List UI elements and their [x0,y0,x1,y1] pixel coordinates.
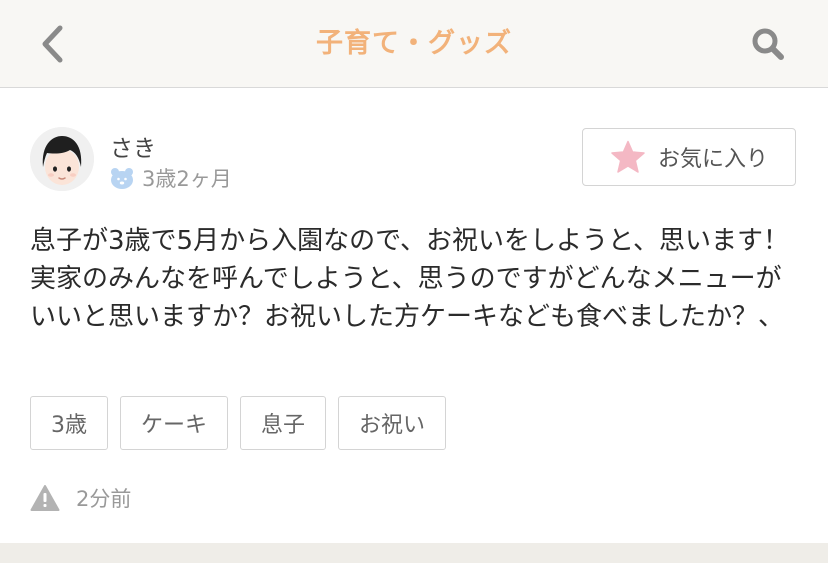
child-age-label: 3歳2ヶ月 [142,167,232,191]
favorite-button-label: お気に入り [657,147,768,172]
favorite-button[interactable]: お気に入り [582,128,796,186]
avatar-image [30,127,94,191]
child-age: 3歳2ヶ月 [110,164,232,192]
author-avatar[interactable] [30,127,94,191]
report-button[interactable] [30,483,60,513]
back-button[interactable] [34,24,70,64]
post-body: 息子が3歳で5月から入園なので、お祝いをしようと、思います！実家のみんなを呼んで… [30,226,790,332]
posted-time: 2分前 [76,487,132,511]
post-meta: 2分前 [30,482,131,514]
warning-icon [30,485,60,511]
page-title: 子育て・グッズ [316,28,512,59]
search-button[interactable] [748,24,788,64]
tag-item[interactable]: ケーキ [120,396,229,450]
top-navigation-bar: 子育て・グッズ [0,0,828,88]
tag-item[interactable]: お祝い [338,396,447,450]
tag-item[interactable]: 3歳 [30,396,108,450]
author-name[interactable]: さき [110,129,156,163]
star-icon [611,140,645,173]
tag-item[interactable]: 息子 [240,396,327,450]
tag-list: 3歳 ケーキ 息子 お祝い [30,396,458,450]
chevron-left-icon [42,25,63,63]
section-divider [0,543,828,563]
bear-icon [111,168,133,189]
search-icon [752,28,784,60]
